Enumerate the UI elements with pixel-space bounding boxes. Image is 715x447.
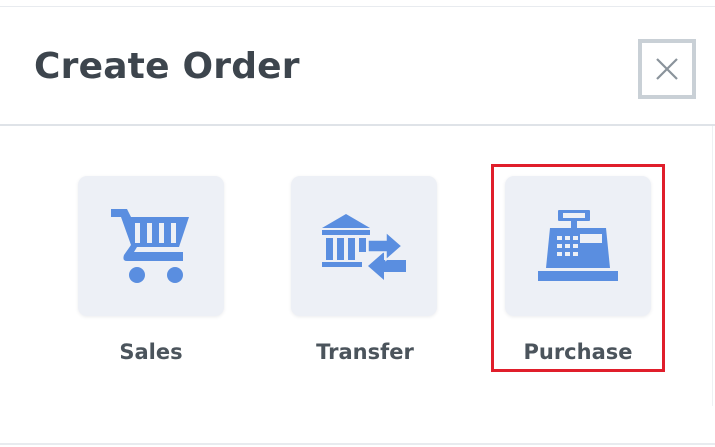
transfer-label: Transfer [316, 340, 414, 364]
shopping-cart-icon [111, 209, 189, 283]
create-order-dialog: Create Order Sales Transfer Purchase [0, 0, 715, 447]
sales-label: Sales [119, 340, 183, 364]
dialog-body-edge [712, 126, 713, 406]
purchase-label: Purchase [523, 340, 633, 364]
header-divider [0, 124, 715, 126]
sales-tile[interactable] [78, 176, 224, 316]
dialog-header: Create Order [0, 7, 715, 124]
footer-divider [0, 443, 715, 445]
close-button[interactable] [638, 39, 696, 99]
bank-transfer-icon [322, 214, 406, 280]
cash-register-icon [538, 210, 618, 281]
dialog-title: Create Order [34, 46, 300, 87]
close-icon [656, 58, 678, 80]
transfer-tile[interactable] [291, 176, 437, 316]
purchase-tile[interactable] [505, 176, 651, 316]
